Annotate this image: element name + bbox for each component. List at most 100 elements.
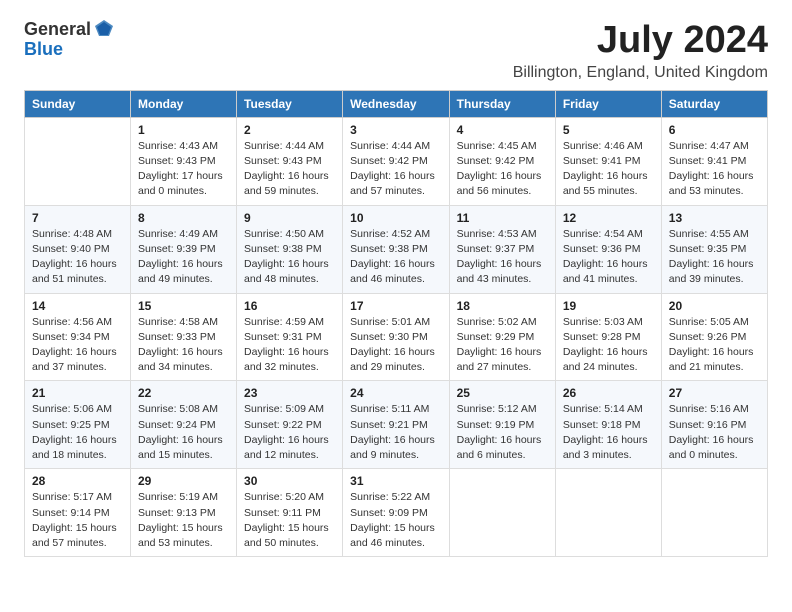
calendar-cell: 22Sunrise: 5:08 AMSunset: 9:24 PMDayligh… (131, 381, 237, 469)
cell-daylight-info: Sunrise: 5:08 AMSunset: 9:24 PMDaylight:… (138, 402, 229, 463)
cell-daylight-info: Sunrise: 5:22 AMSunset: 9:09 PMDaylight:… (350, 490, 441, 551)
day-number: 30 (244, 474, 335, 488)
calendar-cell: 6 Sunrise: 4:47 AMSunset: 9:41 PMDaylight… (661, 117, 767, 205)
cell-daylight-info: Sunrise: 4:59 AMSunset: 9:31 PMDaylight:… (244, 315, 335, 376)
weekday-header-saturday: Saturday (661, 90, 767, 117)
cell-daylight-info: Sunrise: 5:05 AMSunset: 9:26 PMDaylight:… (669, 315, 760, 376)
page-header: General Blue July 2024 Billington, Engla… (24, 20, 768, 82)
day-number: 26 (563, 386, 654, 400)
calendar-cell: 20 Sunrise: 5:05 AMSunset: 9:26 PMDayligh… (661, 293, 767, 381)
calendar-week-row: 1 Sunrise: 4:43 AMSunset: 9:43 PMDaylight… (25, 117, 768, 205)
cell-daylight-info: Sunrise: 5:14 AMSunset: 9:18 PMDaylight:… (563, 402, 654, 463)
day-number: 9 (244, 211, 335, 225)
calendar-cell: 10Sunrise: 4:52 AMSunset: 9:38 PMDayligh… (343, 205, 449, 293)
day-number: 13 (669, 211, 760, 225)
logo: General Blue (24, 20, 115, 60)
calendar-cell: 30 Sunrise: 5:20 AMSunset: 9:11 PMDayligh… (237, 469, 343, 557)
cell-daylight-info: Sunrise: 4:44 AMSunset: 9:43 PMDaylight:… (244, 139, 335, 200)
day-number: 5 (563, 123, 654, 137)
location-title: Billington, England, United Kingdom (513, 64, 768, 82)
cell-daylight-info: Sunrise: 5:20 AMSunset: 9:11 PMDaylight:… (244, 490, 335, 551)
month-title: July 2024 (513, 20, 768, 62)
calendar-cell: 19 Sunrise: 5:03 AMSunset: 9:28 PMDayligh… (555, 293, 661, 381)
calendar-week-row: 21 Sunrise: 5:06 AMSunset: 9:25 PMDayligh… (25, 381, 768, 469)
calendar-cell: 4 Sunrise: 4:45 AMSunset: 9:42 PMDaylight… (449, 117, 555, 205)
calendar-cell (661, 469, 767, 557)
calendar-cell: 27Sunrise: 5:16 AMSunset: 9:16 PMDayligh… (661, 381, 767, 469)
cell-daylight-info: Sunrise: 4:45 AMSunset: 9:42 PMDaylight:… (457, 139, 548, 200)
cell-daylight-info: Sunrise: 4:46 AMSunset: 9:41 PMDaylight:… (563, 139, 654, 200)
day-number: 27 (669, 386, 760, 400)
day-number: 8 (138, 211, 229, 225)
day-number: 12 (563, 211, 654, 225)
weekday-header-wednesday: Wednesday (343, 90, 449, 117)
calendar-cell: 9 Sunrise: 4:50 AMSunset: 9:38 PMDaylight… (237, 205, 343, 293)
cell-daylight-info: Sunrise: 5:19 AMSunset: 9:13 PMDaylight:… (138, 490, 229, 551)
calendar-cell (555, 469, 661, 557)
day-number: 28 (32, 474, 123, 488)
day-number: 4 (457, 123, 548, 137)
weekday-header-sunday: Sunday (25, 90, 131, 117)
day-number: 16 (244, 299, 335, 313)
cell-daylight-info: Sunrise: 4:56 AMSunset: 9:34 PMDaylight:… (32, 315, 123, 376)
cell-daylight-info: Sunrise: 4:58 AMSunset: 9:33 PMDaylight:… (138, 315, 229, 376)
day-number: 23 (244, 386, 335, 400)
cell-daylight-info: Sunrise: 5:06 AMSunset: 9:25 PMDaylight:… (32, 402, 123, 463)
cell-daylight-info: Sunrise: 5:01 AMSunset: 9:30 PMDaylight:… (350, 315, 441, 376)
cell-daylight-info: Sunrise: 4:55 AMSunset: 9:35 PMDaylight:… (669, 227, 760, 288)
calendar-cell: 14 Sunrise: 4:56 AMSunset: 9:34 PMDayligh… (25, 293, 131, 381)
calendar-cell: 16 Sunrise: 4:59 AMSunset: 9:31 PMDayligh… (237, 293, 343, 381)
day-number: 25 (457, 386, 548, 400)
cell-daylight-info: Sunrise: 5:03 AMSunset: 9:28 PMDaylight:… (563, 315, 654, 376)
day-number: 18 (457, 299, 548, 313)
day-number: 21 (32, 386, 123, 400)
calendar-cell: 12 Sunrise: 4:54 AMSunset: 9:36 PMDayligh… (555, 205, 661, 293)
logo-flag-icon (93, 18, 115, 40)
calendar-table: SundayMondayTuesdayWednesdayThursdayFrid… (24, 90, 768, 557)
cell-daylight-info: Sunrise: 5:17 AMSunset: 9:14 PMDaylight:… (32, 490, 123, 551)
calendar-cell: 7Sunrise: 4:48 AMSunset: 9:40 PMDaylight… (25, 205, 131, 293)
day-number: 15 (138, 299, 229, 313)
cell-daylight-info: Sunrise: 4:52 AMSunset: 9:38 PMDaylight:… (350, 227, 441, 288)
day-number: 6 (669, 123, 760, 137)
calendar-cell: 18 Sunrise: 5:02 AMSunset: 9:29 PMDayligh… (449, 293, 555, 381)
weekday-header-tuesday: Tuesday (237, 90, 343, 117)
cell-daylight-info: Sunrise: 4:54 AMSunset: 9:36 PMDaylight:… (563, 227, 654, 288)
day-number: 1 (138, 123, 229, 137)
calendar-cell: 25Sunrise: 5:12 AMSunset: 9:19 PMDayligh… (449, 381, 555, 469)
day-number: 29 (138, 474, 229, 488)
calendar-cell: 23 Sunrise: 5:09 AMSunset: 9:22 PMDayligh… (237, 381, 343, 469)
cell-daylight-info: Sunrise: 5:09 AMSunset: 9:22 PMDaylight:… (244, 402, 335, 463)
calendar-week-row: 7Sunrise: 4:48 AMSunset: 9:40 PMDaylight… (25, 205, 768, 293)
calendar-week-row: 28 Sunrise: 5:17 AMSunset: 9:14 PMDayligh… (25, 469, 768, 557)
cell-daylight-info: Sunrise: 5:11 AMSunset: 9:21 PMDaylight:… (350, 402, 441, 463)
day-number: 11 (457, 211, 548, 225)
calendar-cell: 28 Sunrise: 5:17 AMSunset: 9:14 PMDayligh… (25, 469, 131, 557)
weekday-header-thursday: Thursday (449, 90, 555, 117)
logo-general: General (24, 20, 91, 40)
day-number: 14 (32, 299, 123, 313)
cell-daylight-info: Sunrise: 4:49 AMSunset: 9:39 PMDaylight:… (138, 227, 229, 288)
cell-daylight-info: Sunrise: 4:44 AMSunset: 9:42 PMDaylight:… (350, 139, 441, 200)
calendar-cell: 1 Sunrise: 4:43 AMSunset: 9:43 PMDaylight… (131, 117, 237, 205)
day-number: 17 (350, 299, 441, 313)
calendar-cell (449, 469, 555, 557)
cell-daylight-info: Sunrise: 4:53 AMSunset: 9:37 PMDaylight:… (457, 227, 548, 288)
calendar-cell: 8 Sunrise: 4:49 AMSunset: 9:39 PMDaylight… (131, 205, 237, 293)
title-section: July 2024 Billington, England, United Ki… (513, 20, 768, 82)
cell-daylight-info: Sunrise: 4:50 AMSunset: 9:38 PMDaylight:… (244, 227, 335, 288)
cell-daylight-info: Sunrise: 4:47 AMSunset: 9:41 PMDaylight:… (669, 139, 760, 200)
calendar-cell: 26 Sunrise: 5:14 AMSunset: 9:18 PMDayligh… (555, 381, 661, 469)
day-number: 20 (669, 299, 760, 313)
day-number: 3 (350, 123, 441, 137)
day-number: 24 (350, 386, 441, 400)
cell-daylight-info: Sunrise: 5:02 AMSunset: 9:29 PMDaylight:… (457, 315, 548, 376)
logo-blue: Blue (24, 40, 63, 60)
cell-daylight-info: Sunrise: 4:48 AMSunset: 9:40 PMDaylight:… (32, 227, 123, 288)
weekday-header-row: SundayMondayTuesdayWednesdayThursdayFrid… (25, 90, 768, 117)
day-number: 31 (350, 474, 441, 488)
cell-daylight-info: Sunrise: 4:43 AMSunset: 9:43 PMDaylight:… (138, 139, 229, 200)
calendar-cell: 21 Sunrise: 5:06 AMSunset: 9:25 PMDayligh… (25, 381, 131, 469)
day-number: 19 (563, 299, 654, 313)
calendar-cell: 11 Sunrise: 4:53 AMSunset: 9:37 PMDayligh… (449, 205, 555, 293)
